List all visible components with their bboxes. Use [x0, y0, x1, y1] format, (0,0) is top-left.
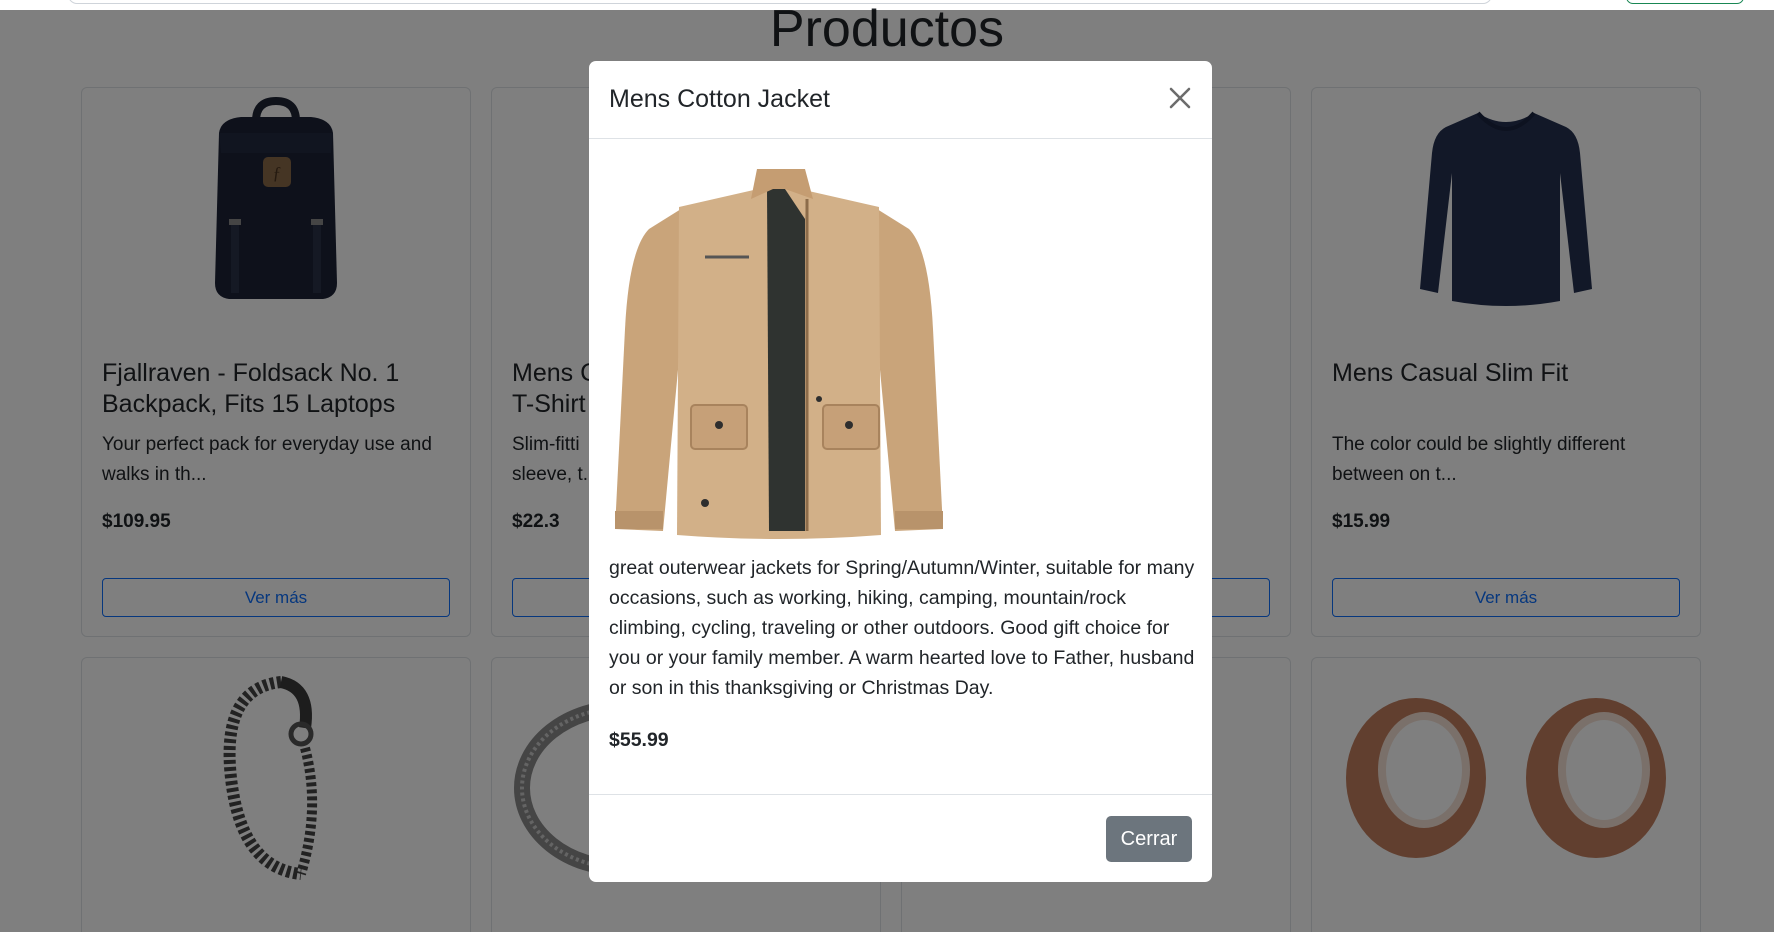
jacket-icon [615, 169, 943, 539]
close-button[interactable]: Cerrar [1106, 816, 1192, 862]
modal-title: Mens Cotton Jacket [609, 85, 830, 113]
modal-body: great outerwear jackets for Spring/Autum… [589, 139, 1212, 855]
modal-price: $55.99 [609, 729, 669, 751]
product-modal: Mens Cotton Jacket great outerwear jacke… [589, 61, 1212, 882]
close-icon[interactable] [1163, 81, 1197, 115]
modal-description: great outerwear jackets for Spring/Autum… [609, 557, 1195, 699]
product-image [609, 159, 949, 551]
modal-header: Mens Cotton Jacket [589, 61, 1212, 139]
modal-footer: Cerrar [589, 794, 1212, 882]
